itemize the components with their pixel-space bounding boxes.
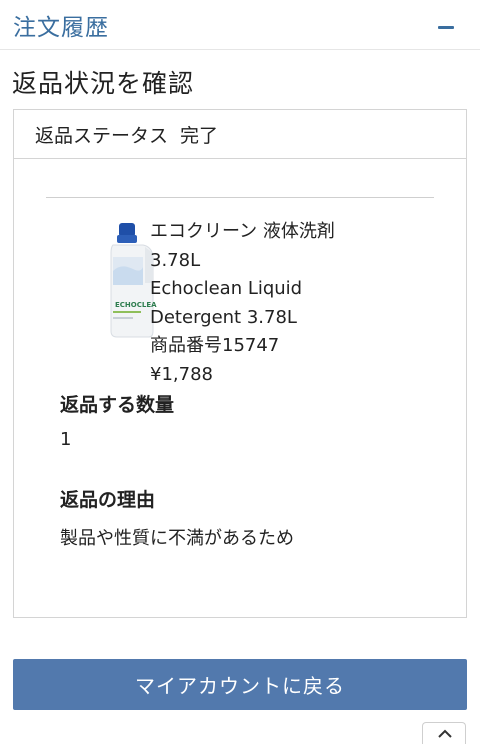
quantity-label: 返品する数量 xyxy=(60,394,175,416)
return-status-value: 完了 xyxy=(180,125,219,147)
back-to-account-button[interactable]: マイアカウントに戻る xyxy=(13,659,467,710)
product-item-number: 商品番号15747 xyxy=(150,335,280,356)
reason-value: 製品や性質に不満があるため xyxy=(60,528,294,549)
scroll-to-top-button[interactable] xyxy=(422,722,466,744)
reason-label: 返品の理由 xyxy=(60,489,156,511)
card-header: 返品ステータス 完了 xyxy=(14,110,466,159)
return-status-label: 返品ステータス xyxy=(35,125,169,147)
product-size: 3.78L xyxy=(150,249,201,271)
chevron-up-icon xyxy=(438,729,452,738)
page-title: 返品状況を確認 xyxy=(12,69,195,98)
return-status: 返品ステータス 完了 xyxy=(35,121,218,148)
quantity-value: 1 xyxy=(60,429,72,450)
order-history-header[interactable]: 注文履歴 xyxy=(0,0,480,50)
return-status-card: 返品ステータス完了 ECHOCLEAN エコクリーン 液体洗剤 3.78L Ec… xyxy=(13,109,467,618)
product-name-ja[interactable]: エコクリーン 液体洗剤 xyxy=(150,218,450,247)
minus-icon[interactable] xyxy=(438,26,454,29)
product-name-en-2: Detergent 3.78L xyxy=(150,306,297,328)
section-title: 注文履歴 xyxy=(13,15,109,41)
product-info: エコクリーン 液体洗剤 3.78L Echoclean Liquid Deter… xyxy=(150,218,450,389)
product-price: ¥1,788 xyxy=(150,363,213,385)
product-name-en-1: Echoclean Liquid xyxy=(150,278,303,299)
divider xyxy=(46,197,434,198)
